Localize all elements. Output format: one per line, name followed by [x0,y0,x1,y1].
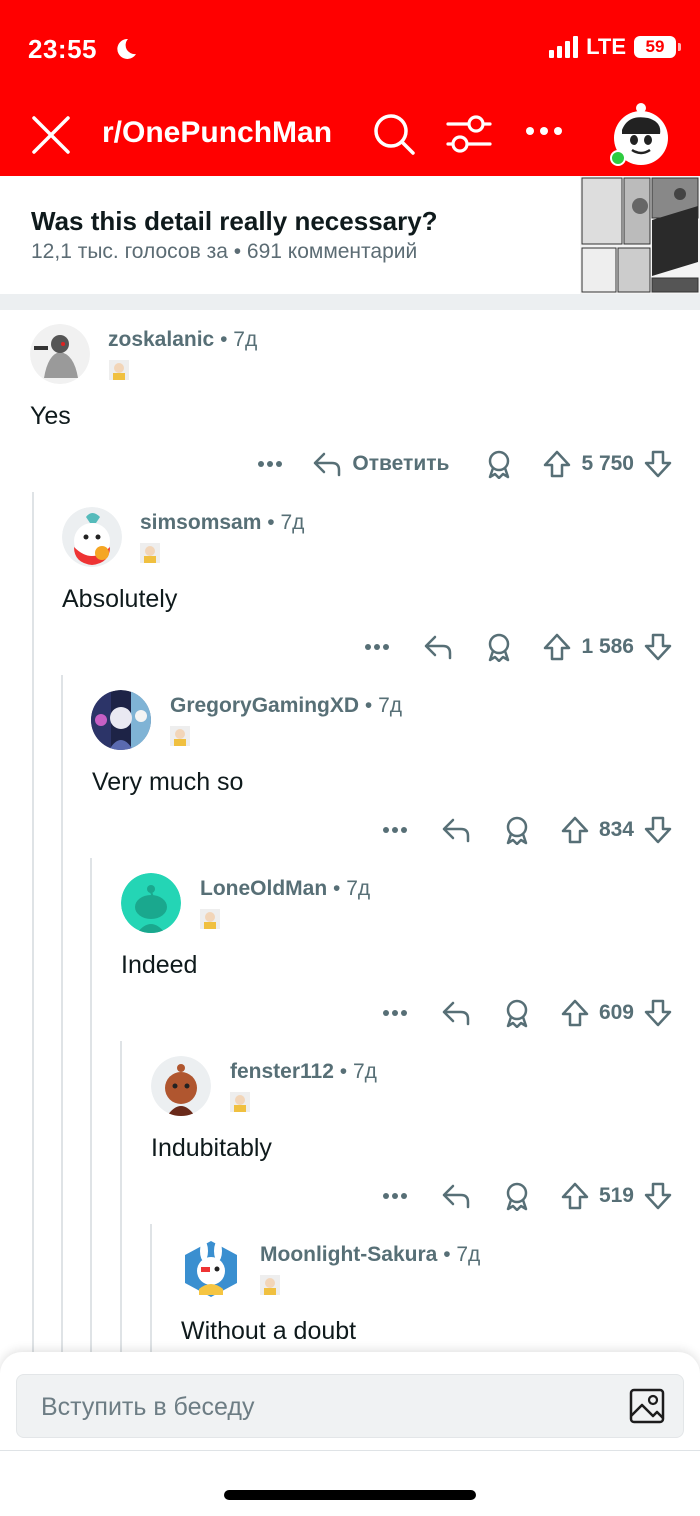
reply-label: Ответить [352,452,450,475]
comment-username[interactable]: GregoryGamingXD [170,694,359,717]
post-thumbnail[interactable] [580,176,700,294]
comment-time: 7д [346,877,371,900]
comment-body: Absolutely [62,585,178,613]
status-bar: 23:55 LTE 59 [28,34,681,70]
downvote-icon[interactable] [644,999,672,1027]
downvote-icon[interactable] [644,1182,672,1210]
award-icon[interactable] [485,632,513,662]
flair-icon [109,360,129,380]
flair-icon [170,726,190,746]
join-conversation-input[interactable]: Вступить в беседу [16,1374,684,1438]
user-avatar[interactable] [608,100,674,166]
avatar[interactable] [91,690,151,750]
comment: fenster112 • 7д Indubitably 519 [0,1042,700,1224]
comment-actions: 519 [382,1176,672,1216]
subreddit-title[interactable]: r/OnePunchMan [102,116,332,150]
comment-username[interactable]: simsomsam [140,511,261,534]
comment-body: Indubitably [151,1134,272,1162]
reply-icon[interactable] [441,1000,471,1026]
section-separator [0,294,700,310]
post-meta: 12,1 тыс. голосов за • 691 комментарий [31,240,418,263]
comment-time: 7д [280,511,305,534]
comment-actions: 834 [382,810,672,850]
home-indicator[interactable] [224,1490,476,1500]
avatar[interactable] [181,1239,241,1299]
more-icon[interactable] [382,820,407,840]
flair-icon [230,1092,250,1112]
battery-icon: 59 [634,36,681,58]
downvote-icon[interactable] [644,450,672,478]
upvote-icon[interactable] [561,816,589,844]
flair-icon [260,1275,280,1295]
comment-body: Yes [30,402,71,430]
vote-score: 834 [598,818,634,841]
comment-time: 7д [378,694,403,717]
reply-icon [314,452,341,477]
moon-icon [117,38,136,59]
flair-icon [140,543,160,563]
reply-icon[interactable] [441,817,471,843]
comment: Moonlight-Sakura • 7д Without a doubt [0,1225,700,1352]
nav-bar: r/OnePunchMan [0,96,700,174]
search-icon[interactable] [372,112,416,156]
comment-username[interactable]: LoneOldMan [200,877,327,900]
divider [0,1450,700,1451]
comment-actions: Ответить 5 750 [258,444,672,484]
comment-username[interactable]: zoskalanic [108,328,214,351]
award-icon[interactable] [503,998,531,1028]
comment-body: Without a doubt [181,1317,357,1345]
award-icon[interactable] [485,449,513,479]
filter-icon[interactable] [446,114,492,154]
more-icon[interactable] [258,454,283,474]
vote-score: 519 [598,1184,634,1207]
vote-score: 5 750 [581,452,634,475]
signal-icon [549,36,579,58]
avatar[interactable] [62,507,122,567]
more-icon[interactable] [382,1186,407,1206]
flair-icon [200,909,220,929]
comment-time: 7д [456,1243,481,1266]
app-header: 23:55 LTE 59 r/OnePunchMan [0,0,700,176]
avatar[interactable] [30,324,90,384]
more-icon[interactable] [382,1003,407,1023]
close-icon[interactable] [30,114,72,156]
comment-time: 7д [352,1060,377,1083]
comment-username[interactable]: Moonlight-Sakura [260,1243,437,1266]
post-summary[interactable]: Was this detail really necessary? 12,1 т… [0,176,700,294]
avatar[interactable] [121,873,181,933]
reply-icon[interactable] [441,1183,471,1209]
status-time: 23:55 [28,34,97,64]
composer-placeholder: Вступить в беседу [41,1393,255,1421]
comment: simsomsam • 7д Absolutely 1 586 [0,493,700,675]
downvote-icon[interactable] [644,633,672,661]
avatar[interactable] [151,1056,211,1116]
comment: zoskalanic • 7д Yes Ответить 5 750 [0,310,700,492]
more-icon[interactable] [524,116,564,146]
comment-username[interactable]: fenster112 [230,1060,334,1083]
comment-body: Very much so [92,768,244,796]
upvote-icon[interactable] [543,450,571,478]
comment: LoneOldMan • 7д Indeed 609 [0,859,700,1041]
image-icon[interactable] [629,1388,665,1424]
comment: GregoryGamingXD • 7д Very much so 834 [0,676,700,858]
post-title: Was this detail really necessary? [31,206,438,236]
downvote-icon[interactable] [644,816,672,844]
vote-score: 1 586 [581,635,634,658]
comment-actions: 1 586 [365,627,672,667]
upvote-icon[interactable] [543,633,571,661]
reply-button[interactable]: Ответить [312,451,449,477]
upvote-icon[interactable] [561,1182,589,1210]
upvote-icon[interactable] [561,999,589,1027]
vote-score: 609 [598,1001,634,1024]
comment-time: 7д [233,328,258,351]
award-icon[interactable] [503,1181,531,1211]
award-icon[interactable] [503,815,531,845]
reply-icon[interactable] [423,634,453,660]
more-icon[interactable] [365,637,390,657]
comment-body: Indeed [121,951,198,979]
network-type: LTE [586,34,626,59]
comment-actions: 609 [382,993,672,1033]
